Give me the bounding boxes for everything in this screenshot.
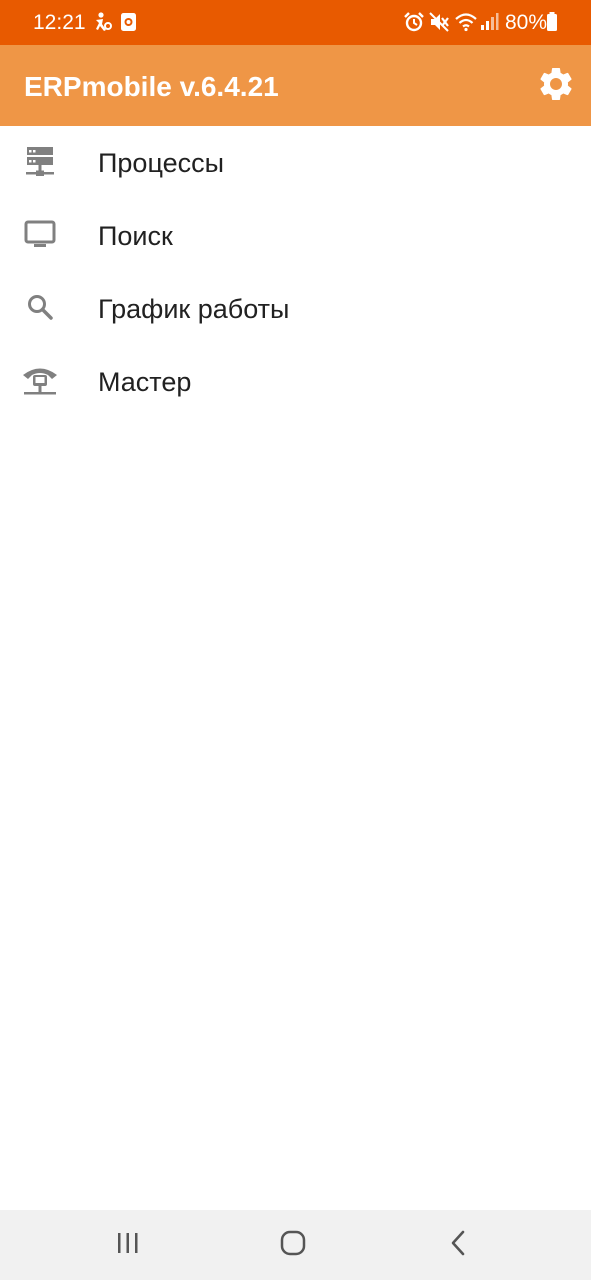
main-menu: Процессы Поиск График работы Мастер [0,126,591,418]
home-icon [279,1229,307,1262]
menu-label-schedule: График работы [98,294,290,324]
menu-item-master[interactable]: Мастер [0,345,591,418]
recents-icon [115,1231,141,1260]
mute-icon [428,11,450,33]
status-time: 12:21 [33,11,86,34]
menu-label-processes: Процессы [98,148,225,178]
recents-button[interactable] [110,1228,146,1262]
menu-item-schedule[interactable]: График работы [0,272,591,345]
app-bar: ERPmobile v.6.4.21 [0,45,591,126]
status-bar: 12:21 80% [0,0,591,45]
app-title: ERPmobile v.6.4.21 [24,71,279,102]
menu-item-processes[interactable]: Процессы [0,126,591,199]
ip-phone-icon [20,363,60,399]
home-button[interactable] [275,1228,311,1262]
wifi-icon [454,11,477,33]
battery-percent: 80% [505,11,548,34]
menu-item-search[interactable]: Поиск [0,199,591,272]
settings-button[interactable] [533,63,579,109]
back-icon [447,1229,471,1262]
signal-icon [479,11,499,33]
navigation-bar [0,1210,591,1280]
menu-label-search: Поиск [98,221,173,251]
server-icon [20,144,60,180]
accessibility-icon [92,11,114,33]
search-icon [20,290,60,326]
battery-icon [545,11,559,33]
menu-label-master: Мастер [98,367,192,397]
gear-icon [536,64,576,109]
notification-app-icon [118,11,140,33]
back-button[interactable] [441,1228,477,1262]
alarm-icon [403,11,425,33]
monitor-icon [20,217,60,253]
